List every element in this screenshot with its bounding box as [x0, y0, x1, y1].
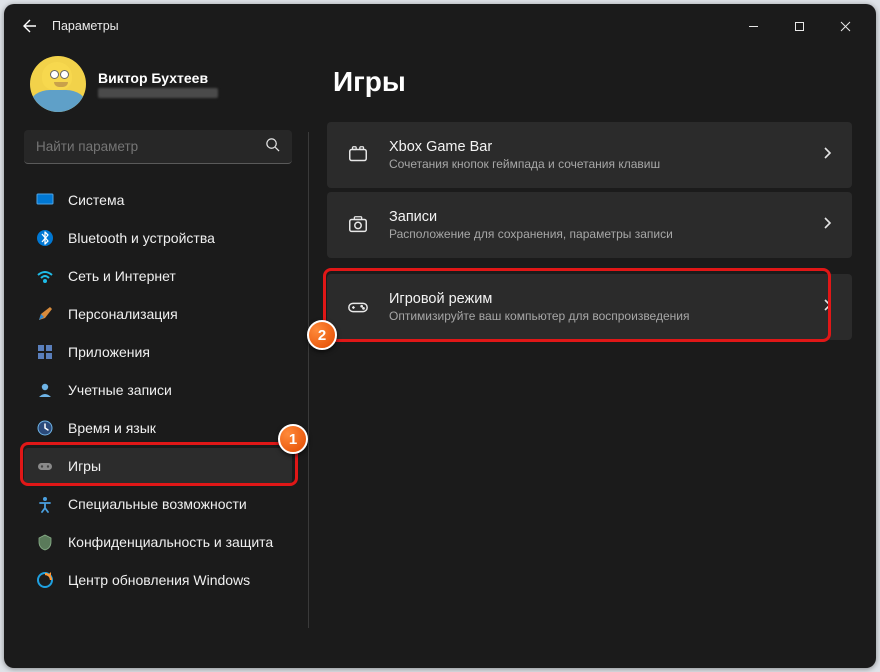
gamepad-icon [36, 457, 54, 475]
sidebar-item-label: Сеть и Интернет [68, 268, 176, 284]
apps-icon [36, 343, 54, 361]
sidebar-item-time[interactable]: Время и язык [24, 410, 292, 446]
sidebar-item-label: Приложения [68, 344, 150, 360]
minimize-button[interactable] [730, 10, 776, 42]
sidebar-item-accounts[interactable]: Учетные записи [24, 372, 292, 408]
titlebar: Параметры [4, 4, 876, 48]
search-input[interactable] [36, 139, 265, 154]
card-desc: Расположение для сохранения, параметры з… [389, 227, 673, 241]
card-title: Xbox Game Bar [389, 139, 660, 155]
avatar [30, 56, 86, 112]
chevron-right-icon [820, 298, 834, 317]
card-title: Записи [389, 209, 673, 225]
sidebar-item-label: Время и язык [68, 420, 156, 436]
annotation-badge-2: 2 [307, 320, 337, 350]
sidebar-item-network[interactable]: Сеть и Интернет [24, 258, 292, 294]
sidebar-item-label: Центр обновления Windows [68, 572, 250, 588]
window-controls [730, 10, 868, 42]
main-panel: Игры Xbox Game Bar Сочетания кнопок гейм… [313, 48, 876, 668]
brush-icon [36, 305, 54, 323]
card-desc: Оптимизируйте ваш компьютер для воспроиз… [389, 309, 689, 323]
back-button[interactable] [12, 9, 46, 43]
gamepad-icon [345, 296, 371, 318]
annotation-badge-1: 1 [278, 424, 308, 454]
sidebar-item-label: Специальные возможности [68, 496, 247, 512]
close-button[interactable] [822, 10, 868, 42]
update-icon [36, 571, 54, 589]
clock-icon [36, 419, 54, 437]
settings-cards: Xbox Game Bar Сочетания кнопок геймпада … [327, 122, 852, 340]
search-box[interactable] [24, 130, 292, 164]
sidebar-item-privacy[interactable]: Конфиденциальность и защита [24, 524, 292, 560]
sidebar-item-label: Конфиденциальность и защита [68, 534, 273, 550]
app-title: Параметры [52, 19, 119, 33]
sidebar-item-apps[interactable]: Приложения [24, 334, 292, 370]
capture-icon [345, 214, 371, 236]
sidebar-item-label: Игры [68, 458, 101, 474]
sidebar-item-label: Система [68, 192, 124, 208]
vertical-divider [308, 132, 309, 628]
settings-window: Параметры Виктор Бухтеев [4, 4, 876, 668]
maximize-button[interactable] [776, 10, 822, 42]
sidebar-item-personalization[interactable]: Персонализация [24, 296, 292, 332]
sidebar-item-system[interactable]: Система [24, 182, 292, 218]
shield-icon [36, 533, 54, 551]
chevron-right-icon [820, 216, 834, 235]
page-title: Игры [333, 66, 852, 98]
sidebar-item-label: Учетные записи [68, 382, 172, 398]
card-title: Игровой режим [389, 291, 689, 307]
sidebar-item-update[interactable]: Центр обновления Windows [24, 562, 292, 598]
nav-list: Система Bluetooth и устройства Сеть и Ин… [24, 182, 292, 598]
card-desc: Сочетания кнопок геймпада и сочетания кл… [389, 157, 660, 171]
xbox-icon [345, 144, 371, 166]
chevron-right-icon [820, 146, 834, 165]
bluetooth-icon [36, 229, 54, 247]
user-name: Виктор Бухтеев [98, 70, 218, 86]
sidebar-item-bluetooth[interactable]: Bluetooth и устройства [24, 220, 292, 256]
card-game-mode[interactable]: Игровой режим Оптимизируйте ваш компьюте… [327, 274, 852, 340]
user-email-redacted [98, 88, 218, 98]
search-icon [265, 137, 280, 157]
sidebar-item-gaming[interactable]: Игры [24, 448, 292, 484]
sidebar-item-label: Персонализация [68, 306, 178, 322]
wifi-icon [36, 267, 54, 285]
user-block[interactable]: Виктор Бухтеев [24, 52, 292, 124]
sidebar-item-accessibility[interactable]: Специальные возможности [24, 486, 292, 522]
person-icon [36, 381, 54, 399]
accessibility-icon [36, 495, 54, 513]
sidebar-item-label: Bluetooth и устройства [68, 230, 215, 246]
card-xbox-bar[interactable]: Xbox Game Bar Сочетания кнопок геймпада … [327, 122, 852, 188]
display-icon [36, 191, 54, 209]
card-captures[interactable]: Записи Расположение для сохранения, пара… [327, 192, 852, 258]
sidebar: Виктор Бухтеев Система Bluetooth и устро… [4, 48, 304, 668]
